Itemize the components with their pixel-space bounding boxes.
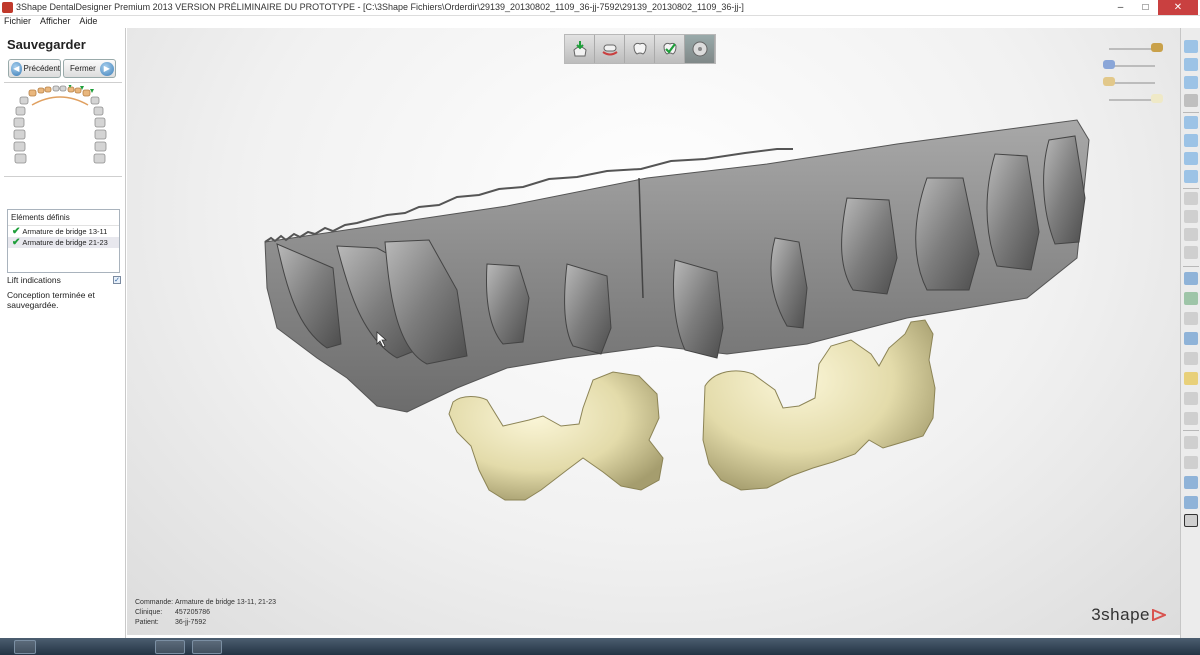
visibility-sliders (1103, 42, 1165, 110)
element-label: Armature de bridge 21-23 (22, 238, 108, 247)
order-label: Commande: (135, 599, 174, 606)
panel-title: Sauvegarder (7, 37, 86, 52)
menu-aide[interactable]: Aide (79, 16, 97, 28)
slider-upper-jaw[interactable] (1105, 42, 1165, 59)
divider (4, 176, 122, 177)
tooth-tool-icon[interactable] (1184, 246, 1198, 259)
preparation-icon[interactable] (1103, 60, 1115, 69)
sphere-icon[interactable] (1184, 352, 1198, 365)
order-value: Armature de bridge 13-11, 21-23 (175, 599, 277, 606)
tooth-tool-icon[interactable] (1184, 228, 1198, 241)
cloud-icon[interactable] (1184, 412, 1198, 425)
window-title: 3Shape DentalDesigner Premium 2013 VERSI… (16, 2, 744, 12)
cross-section-icon[interactable] (1184, 456, 1198, 469)
taskbar-app-icon[interactable] (192, 640, 222, 654)
section-icon[interactable] (1184, 312, 1198, 325)
upper-jaw-icon[interactable] (1151, 43, 1163, 52)
patient-label: Patient: (135, 619, 159, 626)
lift-indications-label: Lift indications (7, 275, 61, 285)
taskbar (0, 638, 1200, 655)
menu-fichier[interactable]: Fichier (4, 16, 31, 28)
bridge-13-11 (448, 371, 664, 501)
tooth-check-icon[interactable] (655, 35, 685, 63)
tooth-tool-icon[interactable] (1184, 192, 1198, 205)
lift-indications-row: Lift indications ✓ (7, 275, 121, 285)
view-front-icon[interactable] (1184, 116, 1198, 129)
list-item[interactable]: ✔ Armature de bridge 21-23 (8, 237, 119, 248)
dental-model-scene[interactable] (127, 28, 1180, 635)
divider (4, 82, 122, 83)
arrow-right-icon: ▶ (99, 61, 114, 76)
view-back-icon[interactable] (1184, 134, 1198, 147)
expand-icon[interactable] (1184, 76, 1198, 89)
lift-indications-checkbox[interactable]: ✓ (113, 276, 121, 284)
brand-logo: 3shape (1091, 605, 1166, 625)
minimize-button[interactable]: – (1108, 0, 1133, 15)
status-message: Conception terminée et sauvegardée. (7, 290, 95, 310)
patient-value: 36-jj-7592 (175, 619, 207, 626)
upper-jaw-scan (264, 119, 1090, 413)
warning-icon[interactable] (1184, 372, 1198, 385)
view-right-icon[interactable] (1184, 170, 1198, 183)
slider-bridge[interactable] (1105, 93, 1165, 110)
logo-triangle-icon (1152, 609, 1166, 621)
wrench-icon[interactable] (1184, 272, 1198, 285)
tooth-tool-icon[interactable] (1184, 210, 1198, 223)
previous-label: Précédent (23, 64, 60, 73)
clinic-label: Clinique: (135, 609, 163, 616)
maximize-button[interactable]: □ (1133, 0, 1158, 15)
case-info: Commande: Armature de bridge 13-11, 21-23… (135, 598, 276, 628)
start-icon[interactable] (14, 640, 36, 654)
fit-view-icon[interactable] (1184, 58, 1198, 71)
cylinder-icon[interactable] (1184, 332, 1198, 345)
tooth-icon[interactable] (625, 35, 655, 63)
disc-icon[interactable] (685, 35, 715, 63)
workflow-toolbar (564, 34, 716, 64)
close-view-icon[interactable] (1184, 40, 1198, 53)
antagonist-icon[interactable] (1103, 77, 1115, 86)
arrow-left-icon: ◀ (11, 61, 22, 76)
element-label: Armature de bridge 13-11 (22, 227, 108, 236)
close-button[interactable]: Fermer ▶ (63, 59, 116, 78)
app-icon (2, 2, 13, 13)
defined-elements-list: Eléments définis ✔ Armature de bridge 13… (7, 209, 120, 273)
check-icon: ✔ (12, 225, 21, 237)
bridge-icon[interactable] (1151, 94, 1163, 103)
slider-preparation[interactable] (1103, 59, 1165, 76)
menu-afficher[interactable]: Afficher (40, 16, 70, 28)
taskbar-app-icon[interactable] (155, 640, 185, 654)
tooth-upload-icon[interactable] (565, 35, 595, 63)
view-left-icon[interactable] (1184, 152, 1198, 165)
dental-chart[interactable] (10, 85, 110, 169)
crown-icon[interactable] (595, 35, 625, 63)
close-label: Fermer (70, 64, 96, 73)
tooth-select-icon[interactable] (1184, 514, 1198, 527)
slider-antagonist[interactable] (1103, 76, 1165, 93)
wizard-panel: Sauvegarder ◀ Précédent Fermer ▶ Elément… (0, 28, 126, 638)
list-header: Eléments définis (8, 210, 119, 226)
square-icon[interactable] (1184, 392, 1198, 405)
previous-button[interactable]: ◀ Précédent (8, 59, 61, 78)
window-controls: – □ ✕ (1108, 0, 1198, 15)
logo-text: 3shape (1091, 605, 1150, 624)
tools-toolbar (1180, 28, 1200, 638)
globe-icon[interactable] (1184, 94, 1198, 107)
check-icon: ✔ (12, 236, 21, 248)
title-bar: 3Shape DentalDesigner Premium 2013 VERSI… (0, 0, 1200, 16)
3d-viewport[interactable]: Commande: Armature de bridge 13-11, 21-23… (127, 28, 1180, 635)
measure-icon[interactable] (1184, 292, 1198, 305)
clinic-value: 457205786 (175, 609, 211, 616)
close-window-button[interactable]: ✕ (1158, 0, 1198, 15)
list-item[interactable]: ✔ Armature de bridge 13-11 (8, 226, 119, 237)
print-icon[interactable] (1184, 496, 1198, 509)
ruler-icon[interactable] (1184, 476, 1198, 489)
menu-bar: Fichier Afficher Aide (0, 16, 1200, 28)
clip-icon[interactable] (1184, 436, 1198, 449)
